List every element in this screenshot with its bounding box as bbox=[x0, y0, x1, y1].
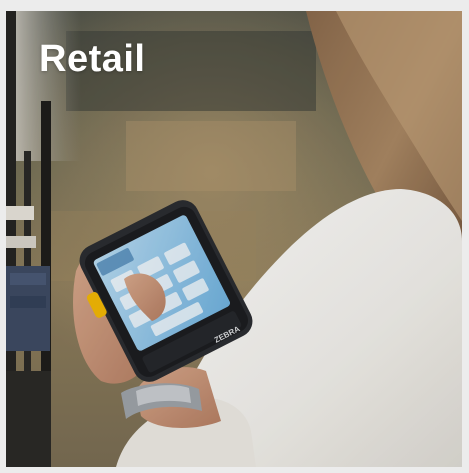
category-card-retail[interactable]: ZEBRA Retail bbox=[6, 11, 462, 467]
page-background: ZEBRA Retail bbox=[0, 0, 469, 473]
card-title: Retail bbox=[39, 38, 146, 80]
